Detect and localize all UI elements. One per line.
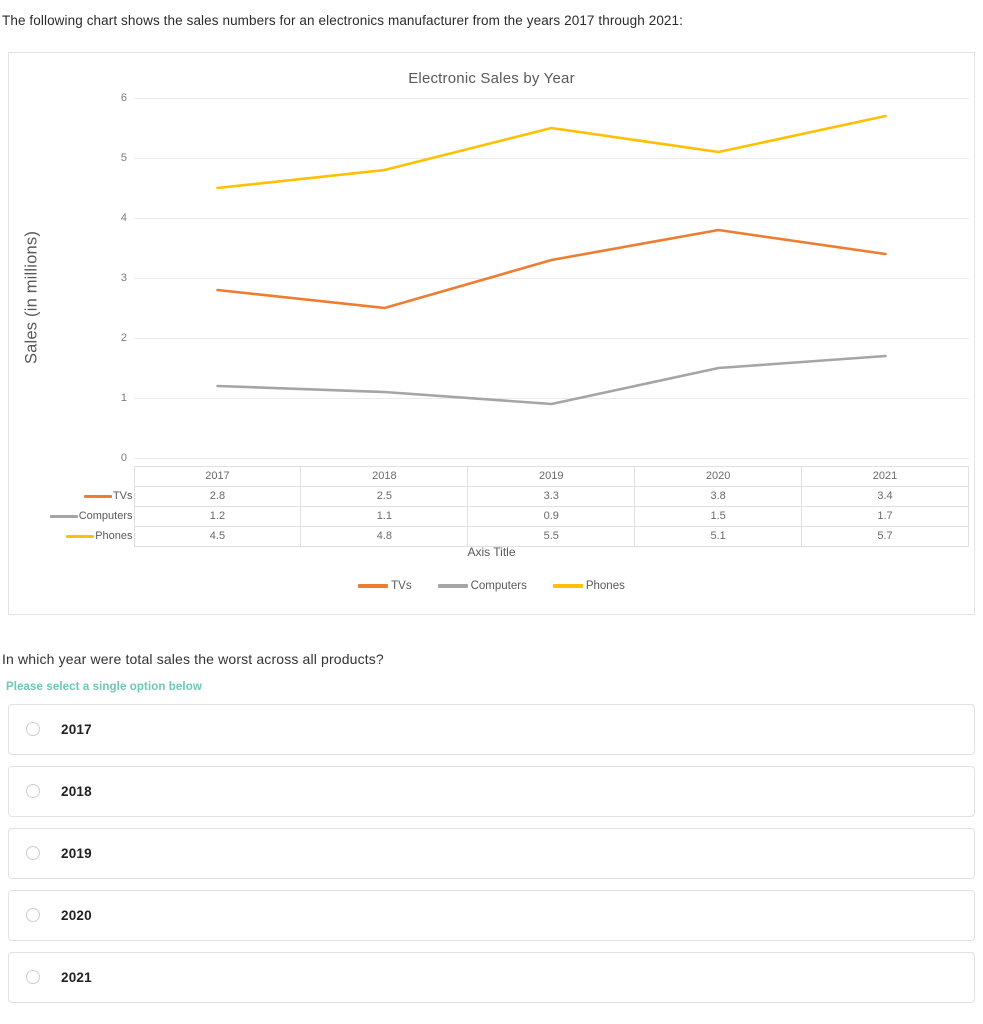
option-label: 2020 bbox=[61, 907, 92, 923]
series-line-phones bbox=[216, 114, 887, 190]
table-cell: 0.9 bbox=[467, 505, 636, 527]
table-column-header: 2017 bbox=[133, 465, 302, 487]
options-list: 2017 2018 2019 2020 2021 bbox=[8, 703, 975, 1003]
series-name-label: TVs bbox=[112, 490, 133, 503]
plot-area bbox=[134, 97, 969, 459]
series-line-computers bbox=[216, 354, 887, 406]
series-line-tvs bbox=[216, 228, 887, 310]
table-cell: 1.1 bbox=[300, 505, 469, 527]
legend-item-phones: Phones bbox=[552, 579, 625, 592]
legend-item-computers: Computers bbox=[437, 579, 527, 592]
table-corner-cell bbox=[17, 466, 134, 486]
table-column-header: 2018 bbox=[300, 465, 469, 487]
legend-label: TVs bbox=[391, 579, 412, 592]
chart-legend: TVs Computers Phones bbox=[9, 580, 974, 592]
radio-button-2019[interactable] bbox=[26, 846, 40, 861]
intro-text: The following chart shows the sales numb… bbox=[2, 13, 684, 28]
legend-label: Phones bbox=[585, 579, 625, 592]
table-column-header: 2019 bbox=[467, 465, 636, 487]
option-label: 2018 bbox=[61, 783, 92, 799]
table-cell: 5.1 bbox=[634, 525, 803, 547]
option-label: 2017 bbox=[61, 721, 92, 737]
series-name-label: Computers bbox=[78, 510, 133, 523]
table-cell: 5.5 bbox=[467, 525, 636, 547]
chart-lines bbox=[216, 114, 887, 406]
legend-item-tvs: TVs bbox=[358, 579, 412, 592]
series-color-swatch-icon bbox=[49, 514, 78, 518]
legend-label: Computers bbox=[470, 579, 527, 592]
option-label: 2019 bbox=[61, 845, 92, 861]
chart-data-table: 2017 2018 2019 2020 2021 TVs 2.8 2.5 3.3 3.8 3.4 Co… bbox=[17, 465, 969, 547]
option-row-2019[interactable]: 2019 bbox=[8, 827, 975, 879]
table-row: TVs 2.8 2.5 3.3 3.8 3.4 bbox=[17, 485, 969, 507]
table-cell: 2.8 bbox=[133, 485, 302, 507]
table-cell: 1.2 bbox=[133, 505, 302, 527]
select-hint: Please select a single option below bbox=[6, 680, 202, 693]
option-row-2018[interactable]: 2018 bbox=[8, 765, 975, 817]
option-row-2017[interactable]: 2017 bbox=[8, 703, 975, 755]
table-row: Computers 1.2 1.1 0.9 1.5 1.7 bbox=[17, 505, 969, 527]
y-tick-label: 1 bbox=[120, 391, 127, 404]
radio-button-2021[interactable] bbox=[26, 970, 40, 985]
table-cell: 3.3 bbox=[467, 485, 636, 507]
table-cell: 4.5 bbox=[133, 525, 302, 547]
y-tick-label: 0 bbox=[120, 451, 127, 464]
question-text: In which year were total sales the worst… bbox=[2, 650, 384, 667]
series-color-swatch-icon bbox=[66, 534, 95, 538]
table-column-header: 2020 bbox=[634, 465, 803, 487]
chart-card: Electronic Sales by Year Sales (in milli… bbox=[8, 51, 975, 615]
plot-wrapper: Sales (in millions) 6 5 4 3 2 1 0 bbox=[9, 92, 974, 518]
legend-color-swatch-icon bbox=[552, 584, 583, 588]
table-cell: 3.4 bbox=[801, 485, 969, 507]
table-cell: 5.7 bbox=[801, 525, 969, 547]
y-tick-label: 6 bbox=[120, 91, 127, 104]
y-tick-label: 3 bbox=[120, 271, 127, 284]
radio-button-2017[interactable] bbox=[26, 722, 40, 737]
table-row-header: TVs bbox=[17, 486, 135, 507]
table-cell: 1.5 bbox=[634, 505, 803, 527]
table-row-header: Computers bbox=[17, 506, 135, 527]
y-axis-ticks: 6 5 4 3 2 1 0 bbox=[79, 92, 127, 464]
radio-button-2020[interactable] bbox=[26, 908, 40, 923]
question-page: The following chart shows the sales numb… bbox=[0, 0, 983, 1003]
gridline bbox=[134, 457, 969, 459]
y-tick-label: 2 bbox=[120, 331, 127, 344]
radio-button-2018[interactable] bbox=[26, 784, 40, 799]
option-label: 2021 bbox=[61, 969, 92, 985]
series-color-swatch-icon bbox=[83, 494, 112, 498]
table-cell: 2.5 bbox=[300, 485, 469, 507]
series-name-label: Phones bbox=[95, 530, 133, 543]
y-tick-label: 5 bbox=[120, 151, 127, 164]
table-row-header: Phones bbox=[17, 526, 135, 547]
chart-data-table-wrapper: 2017 2018 2019 2020 2021 TVs 2.8 2.5 3.3 3.8 3.4 Co… bbox=[17, 465, 969, 547]
legend-color-swatch-icon bbox=[437, 584, 468, 588]
table-row: Phones 4.5 4.8 5.5 5.1 5.7 bbox=[17, 525, 969, 547]
x-axis-title: Axis Title bbox=[467, 544, 516, 559]
table-cell: 3.8 bbox=[634, 485, 803, 507]
option-row-2021[interactable]: 2021 bbox=[8, 951, 975, 1003]
table-column-header: 2021 bbox=[801, 465, 969, 487]
table-cell: 1.7 bbox=[801, 505, 969, 527]
legend-color-swatch-icon bbox=[358, 584, 389, 588]
y-tick-label: 4 bbox=[120, 211, 127, 224]
table-cell: 4.8 bbox=[300, 525, 469, 547]
y-axis-title: Sales (in millions) bbox=[22, 230, 41, 364]
option-row-2020[interactable]: 2020 bbox=[8, 889, 975, 941]
chart-title: Electronic Sales by Year bbox=[408, 69, 575, 87]
